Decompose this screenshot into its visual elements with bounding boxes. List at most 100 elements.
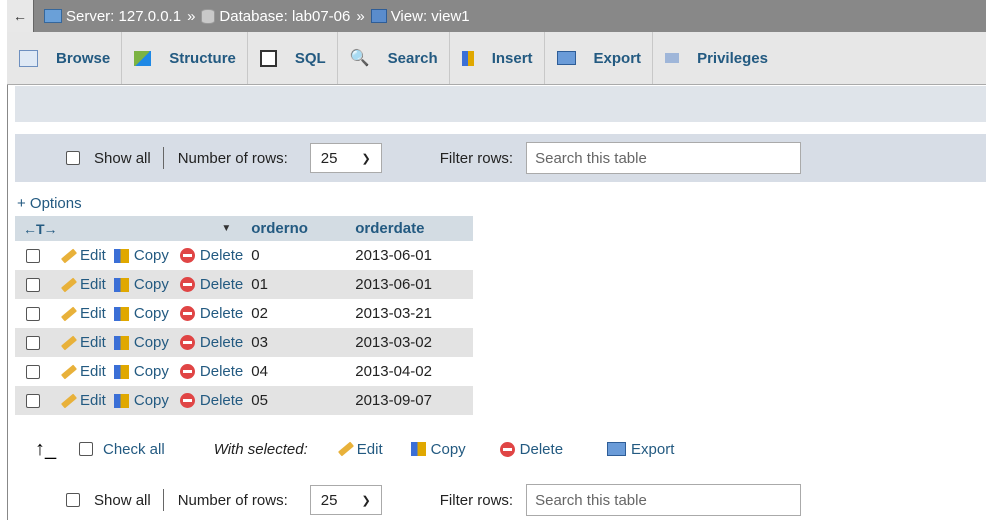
filter-rows-input[interactable]	[526, 142, 802, 174]
column-header-orderdate[interactable]: orderdate	[347, 216, 474, 241]
row-edit-link[interactable]: Edit	[80, 247, 106, 264]
row-checkbox[interactable]	[26, 248, 40, 263]
sort-dropdown-icon[interactable]: ▼	[221, 223, 231, 234]
structure-icon	[134, 50, 152, 66]
search-icon: 🔍	[349, 50, 370, 67]
row-edit-link[interactable]: Edit	[80, 305, 106, 322]
row-copy-link[interactable]: Copy	[134, 247, 169, 264]
row-delete-link[interactable]: Delete	[200, 334, 243, 351]
cell-orderdate[interactable]: 2013-03-02	[347, 328, 474, 357]
breadcrumb-view-label[interactable]: View: view1	[391, 8, 470, 25]
column-header-actions: ←T→ ▼	[15, 216, 244, 241]
breadcrumb-database[interactable]: Database: lab07-06	[201, 8, 350, 25]
table-row: Edit Copy Delete 04 2013-04-02	[15, 357, 474, 386]
cell-orderno[interactable]: 0	[243, 241, 348, 270]
delete-icon	[179, 306, 195, 321]
show-all-label: Show all	[94, 149, 151, 167]
row-copy-link[interactable]: Copy	[134, 334, 169, 351]
row-actions: Edit Copy Delete	[15, 357, 244, 386]
check-all-checkbox[interactable]	[79, 442, 93, 456]
column-header-orderno[interactable]: orderno	[243, 216, 348, 241]
show-all-checkbox[interactable]	[66, 151, 80, 165]
row-delete-link[interactable]: Delete	[200, 392, 243, 409]
tab-structure-label: Structure	[169, 49, 236, 67]
divider	[162, 489, 164, 511]
number-of-rows-select[interactable]: 25 ❯	[309, 143, 382, 173]
cell-orderdate[interactable]: 2013-03-21	[347, 299, 474, 328]
breadcrumb-server[interactable]: Server: 127.0.0.1	[44, 8, 181, 25]
chevron-down-icon: ❯	[361, 494, 371, 507]
tab-privileges[interactable]: Privileges	[653, 32, 779, 84]
number-of-rows-select[interactable]: 25 ❯	[309, 485, 382, 515]
row-copy-link[interactable]: Copy	[134, 363, 169, 380]
tab-browse-label: Browse	[56, 49, 111, 67]
sql-icon	[259, 49, 277, 67]
edit-icon	[60, 335, 78, 350]
bulk-export-button[interactable]: Export	[607, 441, 674, 458]
row-checkbox[interactable]	[26, 306, 40, 321]
cell-orderno[interactable]: 02	[243, 299, 348, 328]
breadcrumb-separator: »	[187, 7, 196, 25]
row-delete-link[interactable]: Delete	[200, 363, 243, 380]
cell-orderdate[interactable]: 2013-04-02	[347, 357, 474, 386]
cell-orderno[interactable]: 03	[243, 328, 348, 357]
tab-export-label: Export	[593, 49, 642, 67]
cell-orderno[interactable]: 05	[243, 386, 348, 415]
back-arrow-button[interactable]: ←	[7, 0, 34, 32]
row-edit-link[interactable]: Edit	[80, 276, 106, 293]
cell-orderno[interactable]: 04	[243, 357, 348, 386]
row-checkbox[interactable]	[26, 335, 40, 350]
arrow-up-icon: ↑_	[35, 437, 57, 460]
number-of-rows-label: Number of rows:	[177, 149, 288, 167]
tab-structure[interactable]: Structure	[122, 32, 248, 84]
cell-orderdate[interactable]: 2013-06-01	[347, 241, 474, 270]
copy-icon	[113, 277, 129, 292]
bulk-delete-button[interactable]: Delete	[499, 441, 563, 458]
bulk-edit-button[interactable]: Edit	[337, 440, 383, 458]
row-actions: Edit Copy Delete	[15, 299, 244, 328]
delete-icon	[179, 277, 195, 292]
row-checkbox[interactable]	[26, 364, 40, 379]
cell-orderno[interactable]: 01	[243, 270, 348, 299]
row-delete-link[interactable]: Delete	[200, 247, 243, 264]
breadcrumb-view[interactable]: View: view1	[370, 8, 470, 25]
copy-icon	[113, 248, 129, 263]
row-checkbox[interactable]	[26, 277, 40, 292]
tab-search[interactable]: 🔍 Search	[338, 32, 450, 84]
chevron-down-icon: ❯	[361, 152, 371, 165]
copy-icon	[113, 335, 129, 350]
cell-orderdate[interactable]: 2013-09-07	[347, 386, 474, 415]
delete-icon	[179, 393, 195, 408]
edit-icon	[60, 248, 78, 263]
options-link[interactable]: + Options	[17, 195, 82, 212]
breadcrumb-database-label[interactable]: Database: lab07-06	[219, 8, 350, 25]
check-all-label[interactable]: Check all	[103, 441, 165, 458]
bulk-edit-label: Edit	[356, 440, 383, 458]
tab-export[interactable]: Export	[545, 32, 654, 84]
row-copy-link[interactable]: Copy	[134, 392, 169, 409]
tab-browse[interactable]: Browse	[7, 32, 123, 84]
show-all-toggle[interactable]: Show all	[66, 150, 151, 167]
row-copy-link[interactable]: Copy	[134, 276, 169, 293]
tab-insert[interactable]: Insert	[450, 32, 545, 84]
bulk-copy-button[interactable]: Copy	[410, 441, 466, 458]
row-delete-link[interactable]: Delete	[200, 305, 243, 322]
tab-privileges-label: Privileges	[697, 49, 768, 67]
copy-icon	[113, 364, 129, 379]
show-all-checkbox[interactable]	[66, 493, 80, 507]
filter-rows-input[interactable]	[526, 484, 802, 516]
column-resize-arrows[interactable]: ←T→	[23, 221, 58, 237]
row-edit-link[interactable]: Edit	[80, 363, 106, 380]
number-of-rows-value: 25	[320, 149, 338, 167]
copy-icon	[410, 442, 426, 456]
row-edit-link[interactable]: Edit	[80, 334, 106, 351]
row-copy-link[interactable]: Copy	[134, 305, 169, 322]
row-edit-link[interactable]: Edit	[80, 392, 106, 409]
show-all-toggle[interactable]: Show all	[66, 492, 151, 509]
breadcrumb-server-label[interactable]: Server: 127.0.0.1	[66, 8, 181, 25]
edit-icon	[60, 306, 78, 321]
cell-orderdate[interactable]: 2013-06-01	[347, 270, 474, 299]
row-delete-link[interactable]: Delete	[200, 276, 243, 293]
row-checkbox[interactable]	[26, 393, 40, 408]
tab-sql[interactable]: SQL	[248, 32, 338, 84]
